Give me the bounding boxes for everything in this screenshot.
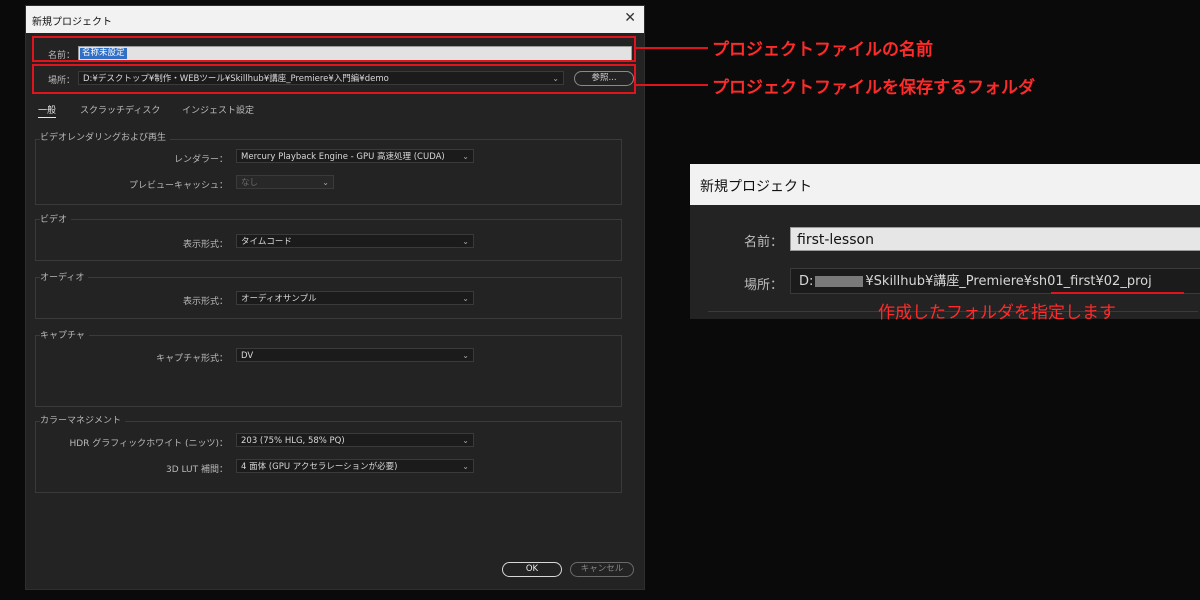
group-title-color-management: カラーマネジメント (40, 413, 126, 426)
ok-button[interactable]: OK (502, 562, 562, 577)
group-title-video: ビデオ (40, 212, 72, 225)
zoom-title: 新規プロジェクト (700, 179, 812, 195)
tab-scratch-disks[interactable]: スクラッチディスク (80, 103, 160, 116)
group-title-capture: キャプチャ (40, 328, 89, 341)
name-highlight-box (32, 36, 636, 62)
audio-display-format-select[interactable]: オーディオサンプル ⌄ (236, 291, 474, 305)
zoom-location-highlight: sh01_first¥02_proj (1032, 274, 1152, 289)
capture-format-value: DV (241, 351, 254, 361)
capture-format-select[interactable]: DV ⌄ (236, 348, 474, 362)
zoom-location-prefix: D: (799, 274, 814, 289)
preview-cache-value: なし (241, 178, 259, 188)
zoom-location-field[interactable]: D: ¥Skillhub¥講座_Premiere¥sh01_first¥02_pr… (790, 268, 1200, 294)
cancel-button[interactable]: キャンセル (570, 562, 634, 577)
annotation-project-name: プロジェクトファイルの名前 (712, 40, 933, 60)
renderer-label: レンダラー： (173, 155, 228, 165)
dialog-title: 新規プロジェクト (32, 17, 112, 28)
chevron-down-icon: ⌄ (462, 436, 469, 445)
hdr-white-value: 203 (75% HLG, 58% PQ) (241, 436, 345, 446)
group-capture (35, 335, 622, 407)
video-display-format-value: タイムコード (241, 237, 292, 247)
zoom-location-label: 場所： (744, 278, 784, 293)
zoomed-dialog-panel: 新規プロジェクト 名前： first-lesson 場所： D: ¥Skillhu… (690, 164, 1200, 319)
chevron-down-icon: ⌄ (462, 462, 469, 471)
chevron-down-icon: ⌄ (462, 294, 469, 303)
lut-interpolation-label: 3D LUT 補間： (165, 465, 228, 475)
zoom-project-name-input[interactable]: first-lesson (790, 227, 1200, 251)
capture-format-label: キャプチャ形式： (156, 354, 228, 364)
chevron-down-icon: ⌄ (462, 237, 469, 246)
video-display-format-label: 表示形式： (182, 240, 228, 250)
hdr-white-label: HDR グラフィックホワイト (ニッツ)： (69, 439, 228, 449)
chevron-down-icon: ⌄ (462, 351, 469, 360)
audio-display-format-label: 表示形式： (182, 297, 228, 307)
lut-interpolation-value: 4 面体 (GPU アクセラレーションが必要) (241, 462, 398, 472)
chevron-down-icon: ⌄ (462, 152, 469, 161)
tab-general[interactable]: 一般 (38, 103, 57, 118)
group-color-management (35, 421, 622, 493)
renderer-value: Mercury Playback Engine - GPU 高速処理 (CUDA… (241, 152, 445, 162)
zoom-project-name-value: first-lesson (797, 232, 874, 248)
annotation-project-location: プロジェクトファイルを保存するフォルダ (712, 78, 1035, 98)
video-display-format-select[interactable]: タイムコード ⌄ (236, 234, 474, 248)
chevron-down-icon: ⌄ (322, 178, 329, 187)
lut-interpolation-select[interactable]: 4 面体 (GPU アクセラレーションが必要) ⌄ (236, 459, 474, 473)
zoom-location-visible: ¥Skillhub¥講座_Premiere¥ (865, 274, 1033, 289)
zoom-title-bar: 新規プロジェクト (690, 164, 1200, 205)
location-leader-line (636, 84, 708, 86)
dialog-title-bar: 新規プロジェクト ✕ (26, 6, 644, 33)
hdr-white-select[interactable]: 203 (75% HLG, 58% PQ) ⌄ (236, 433, 474, 447)
folder-underline (1051, 292, 1184, 294)
zoom-name-label: 名前： (744, 235, 784, 250)
group-title-video-rendering: ビデオレンダリングおよび再生 (40, 130, 171, 143)
redacted-path-segment (815, 276, 864, 287)
audio-display-format-value: オーディオサンプル (241, 294, 317, 304)
preview-cache-select: なし ⌄ (236, 175, 334, 189)
name-leader-line (636, 47, 708, 49)
location-highlight-box (32, 64, 636, 94)
group-title-audio: オーディオ (40, 270, 89, 283)
close-icon[interactable]: ✕ (624, 10, 636, 26)
renderer-select[interactable]: Mercury Playback Engine - GPU 高速処理 (CUDA… (236, 149, 474, 163)
tab-ingest-settings[interactable]: インジェスト設定 (182, 103, 254, 116)
annotation-specify-folder: 作成したフォルダを指定します (878, 303, 1116, 323)
preview-cache-label: プレビューキャッシュ： (128, 181, 228, 191)
